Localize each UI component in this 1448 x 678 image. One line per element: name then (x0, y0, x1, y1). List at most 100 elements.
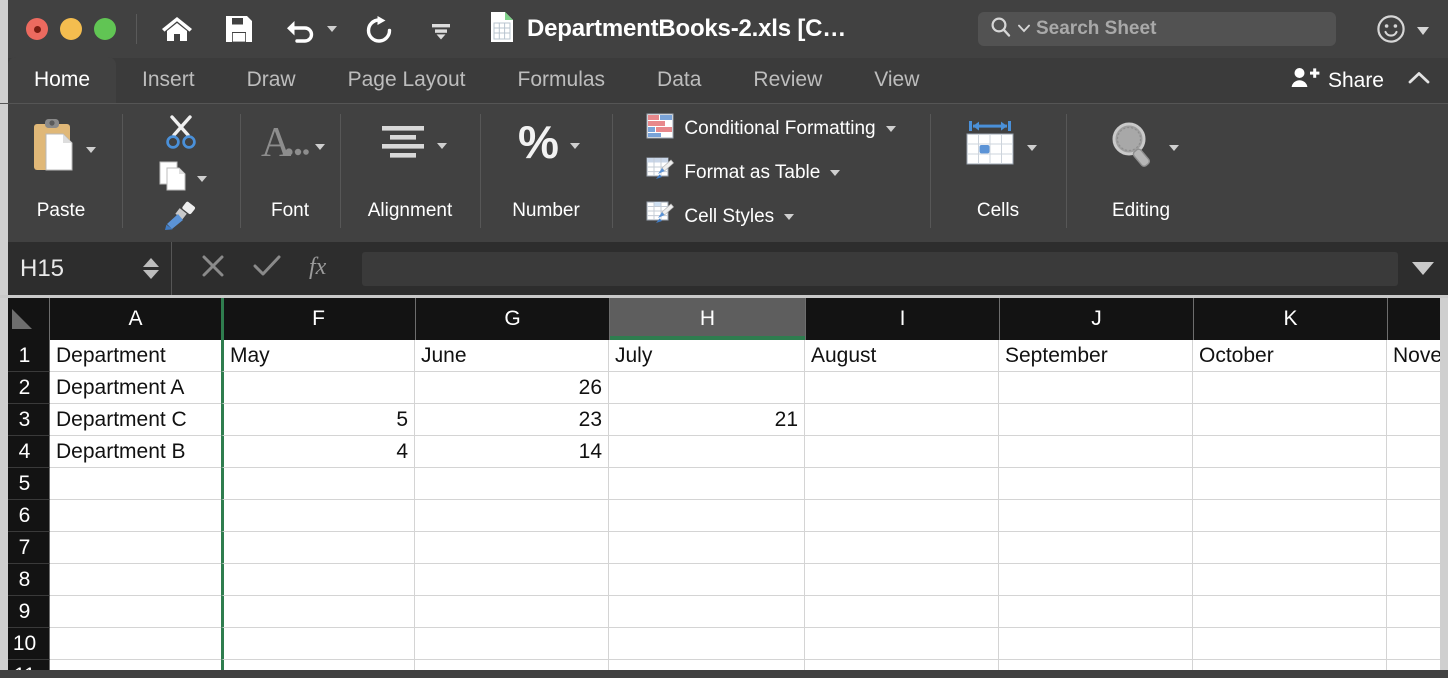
row-header-5[interactable]: 5 (0, 468, 50, 500)
cell-A1[interactable]: Department (50, 340, 222, 372)
alignment-dropdown-caret-icon[interactable] (437, 143, 447, 149)
cell-I4[interactable] (805, 436, 999, 468)
cell-L7[interactable] (1387, 532, 1447, 564)
cell-J1[interactable]: September (999, 340, 1193, 372)
cell-H4[interactable] (609, 436, 805, 468)
formula-input[interactable] (362, 252, 1398, 286)
row-header-10[interactable]: 10 (0, 628, 50, 660)
cell-A10[interactable] (50, 628, 222, 660)
cell-J5[interactable] (999, 468, 1193, 500)
tab-formulas[interactable]: Formulas (492, 57, 632, 103)
cell-G11[interactable] (415, 660, 609, 670)
cell-H3[interactable]: 21 (609, 404, 805, 436)
ribbon-group-number[interactable]: % Number (480, 104, 612, 242)
redo-button[interactable] (359, 7, 399, 51)
cell-K1[interactable]: October (1193, 340, 1387, 372)
cell-K7[interactable] (1193, 532, 1387, 564)
account-caret-icon[interactable] (1416, 23, 1430, 41)
cell-A8[interactable] (50, 564, 222, 596)
cell-G4[interactable]: 14 (415, 436, 609, 468)
cell-I8[interactable] (805, 564, 999, 596)
tab-draw[interactable]: Draw (221, 57, 322, 103)
conditional-formatting-button[interactable]: Conditional Formatting (646, 113, 895, 145)
cell-L3[interactable] (1387, 404, 1447, 436)
column-header-L[interactable] (1388, 298, 1448, 340)
undo-button[interactable] (281, 7, 337, 51)
cell-L11[interactable] (1387, 660, 1447, 670)
account-menu[interactable] (1376, 14, 1430, 49)
cell-F2[interactable] (221, 372, 415, 404)
tab-page-layout[interactable]: Page Layout (322, 57, 492, 103)
cell-J4[interactable] (999, 436, 1193, 468)
cell-H5[interactable] (609, 468, 805, 500)
cell-G9[interactable] (415, 596, 609, 628)
cell-J2[interactable] (999, 372, 1193, 404)
cell-A7[interactable] (50, 532, 222, 564)
cell-J3[interactable] (999, 404, 1193, 436)
cell-J8[interactable] (999, 564, 1193, 596)
tab-data[interactable]: Data (631, 57, 727, 103)
ribbon-group-cells[interactable]: Cells (930, 104, 1066, 242)
cell-F5[interactable] (221, 468, 415, 500)
cell-K3[interactable] (1193, 404, 1387, 436)
cell-I5[interactable] (805, 468, 999, 500)
cell-K4[interactable] (1193, 436, 1387, 468)
cell-J11[interactable] (999, 660, 1193, 670)
row-header-11[interactable]: 11 (0, 660, 50, 670)
cell-G10[interactable] (415, 628, 609, 660)
cell-F4[interactable]: 4 (221, 436, 415, 468)
minimize-button[interactable] (60, 18, 82, 40)
cell-L5[interactable] (1387, 468, 1447, 500)
row-header-4[interactable]: 4 (0, 436, 50, 468)
cell-I9[interactable] (805, 596, 999, 628)
cell-styles-button[interactable]: Cell Styles (646, 201, 895, 233)
cells-dropdown-caret-icon[interactable] (1027, 145, 1037, 151)
cell-K8[interactable] (1193, 564, 1387, 596)
cell-I6[interactable] (805, 500, 999, 532)
accept-check-icon[interactable] (252, 253, 282, 284)
row-header-8[interactable]: 8 (0, 564, 50, 596)
cell-F1[interactable]: May (221, 340, 415, 372)
format-painter-button[interactable] (161, 200, 201, 237)
cell-F10[interactable] (221, 628, 415, 660)
ribbon-group-paste[interactable]: Paste (0, 104, 122, 242)
cell-H7[interactable] (609, 532, 805, 564)
cell-F3[interactable]: 5 (221, 404, 415, 436)
cell-G5[interactable] (415, 468, 609, 500)
cell-styles-caret-icon[interactable] (784, 214, 794, 220)
cell-H2[interactable] (609, 372, 805, 404)
tab-insert[interactable]: Insert (116, 57, 221, 103)
customize-toolbar-button[interactable] (421, 7, 461, 51)
cell-K11[interactable] (1193, 660, 1387, 670)
cell-A3[interactable]: Department C (50, 404, 222, 436)
cell-F11[interactable] (221, 660, 415, 670)
cell-I11[interactable] (805, 660, 999, 670)
column-header-F[interactable]: F (222, 298, 416, 340)
cell-G7[interactable] (415, 532, 609, 564)
name-box-stepper[interactable] (143, 258, 159, 279)
save-button[interactable] (219, 7, 259, 51)
cell-H9[interactable] (609, 596, 805, 628)
cell-L2[interactable] (1387, 372, 1447, 404)
cell-J10[interactable] (999, 628, 1193, 660)
tab-view[interactable]: View (848, 57, 945, 103)
number-dropdown-caret-icon[interactable] (570, 143, 580, 149)
cell-F7[interactable] (221, 532, 415, 564)
font-dropdown-caret-icon[interactable] (315, 144, 325, 150)
paste-dropdown-caret-icon[interactable] (86, 147, 96, 153)
ribbon-group-editing[interactable]: Editing (1066, 104, 1216, 242)
row-header-7[interactable]: 7 (0, 532, 50, 564)
ribbon-group-alignment[interactable]: Alignment (340, 104, 480, 242)
column-header-J[interactable]: J (1000, 298, 1194, 340)
chevron-up-icon[interactable] (1408, 70, 1426, 88)
cell-A9[interactable] (50, 596, 222, 628)
name-box[interactable]: H15 (0, 242, 172, 295)
cell-K2[interactable] (1193, 372, 1387, 404)
formula-bar-expand-icon[interactable] (1412, 262, 1434, 275)
tab-home[interactable]: Home (8, 57, 116, 103)
cell-F9[interactable] (221, 596, 415, 628)
cell-H1[interactable]: July (609, 340, 805, 372)
cell-H6[interactable] (609, 500, 805, 532)
cell-G8[interactable] (415, 564, 609, 596)
home-button[interactable] (157, 7, 197, 51)
